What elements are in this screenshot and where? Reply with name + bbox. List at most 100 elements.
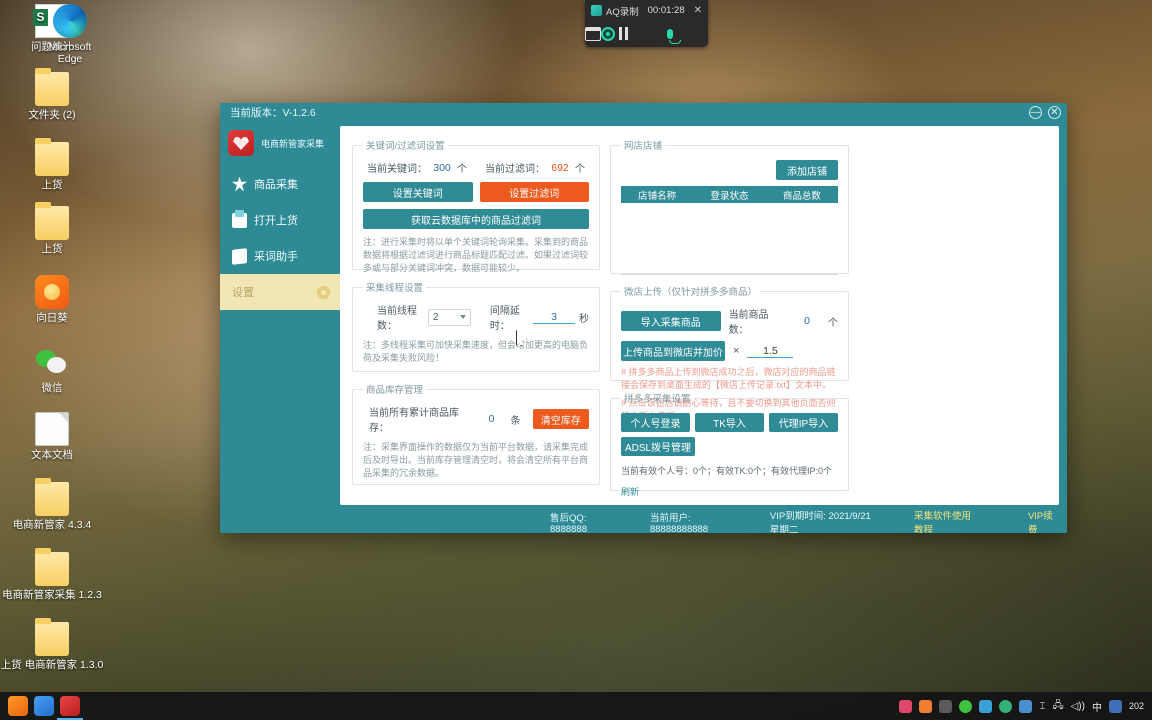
- taskbar-apps: [0, 696, 83, 720]
- desktop-icon-label: 微信: [41, 382, 63, 394]
- pdd-panel-legend: 拼多多采集设置: [624, 394, 691, 405]
- stock-unit: 条: [510, 415, 521, 427]
- import-collected-products-button[interactable]: 导入采集商品: [621, 311, 721, 331]
- tutorial-link[interactable]: 采集软件使用教程: [914, 508, 974, 533]
- weidian-count-label: 当前商品数：: [728, 310, 769, 336]
- desktop-icon-folder-2[interactable]: 文件夹 (2): [0, 68, 104, 121]
- tray-volume-icon[interactable]: ◁)): [1071, 701, 1085, 712]
- desktop-icon-textfile[interactable]: 文本文档: [0, 412, 104, 461]
- shop-panel-legend: 网店店铺: [624, 141, 663, 152]
- desktop-icon-label: 上货: [41, 179, 63, 191]
- shop-panel: 网店店铺 添加店铺 店铺名称 登录状态 商品总数: [610, 138, 849, 275]
- tray-app-icon-5[interactable]: [999, 699, 1013, 713]
- stock-panel-legend: 商品库存管理: [366, 385, 424, 396]
- current-filter-value: 692: [551, 161, 569, 174]
- sidebar-item-product-collect[interactable]: 商品采集: [220, 166, 340, 202]
- window-title-bar: 当前版本：V-1.2.6 — ✕: [220, 103, 1067, 122]
- sidebar: 电商新管家采集 商品采集 打开上货 采词助手 设置: [220, 122, 340, 511]
- upload-to-weidian-button[interactable]: 上传商品到微店并加价: [621, 341, 725, 361]
- desktop-icon-shanghuo-2[interactable]: 上货: [0, 202, 104, 255]
- desktop-icon-label: 向日葵: [36, 312, 68, 324]
- window-controls: — ✕: [1029, 106, 1061, 119]
- screen-region-icon[interactable]: [585, 27, 601, 41]
- sidebar-item-open-upload[interactable]: 打开上货: [220, 202, 340, 238]
- folder-icon: [35, 202, 69, 240]
- sidebar-item-settings[interactable]: 设置: [220, 274, 340, 310]
- pause-icon[interactable]: [615, 27, 631, 41]
- recorder-timer: 00:01:28: [647, 5, 685, 16]
- gear-icon: [317, 285, 330, 299]
- cloud-filter-button[interactable]: 获取云数据库中的商品过滤词: [363, 209, 589, 229]
- tray-app-icon-6[interactable]: [1019, 699, 1033, 713]
- desktop-icon-label: 上货 电商新管家 1.3.0: [0, 659, 104, 671]
- adsl-dial-management-button[interactable]: ADSL拨号管理: [621, 437, 695, 456]
- desktop-icon-label: 文本文档: [31, 449, 73, 461]
- desktop-icon-shanghuo-1[interactable]: 上货: [0, 138, 104, 191]
- refresh-link[interactable]: 刷新: [621, 486, 838, 498]
- add-shop-button[interactable]: 添加店铺: [776, 160, 838, 180]
- sunlogin-icon: [35, 275, 69, 309]
- tray-wechat-icon[interactable]: [959, 699, 973, 713]
- tk-import-button[interactable]: TK导入: [695, 413, 764, 432]
- taskbar-clock[interactable]: 202: [1129, 701, 1144, 712]
- shop-table-body[interactable]: [621, 203, 838, 275]
- tray-app-icon-3[interactable]: [939, 699, 953, 713]
- brand: 电商新管家采集: [220, 128, 340, 166]
- footer-vip-expiry: VIP到期时间: 2021/9/21 星期二: [769, 511, 871, 533]
- interval-input[interactable]: [533, 310, 575, 324]
- desktop-icon-sunlogin[interactable]: 向日葵: [0, 275, 104, 324]
- desktop-icon-label: 电商新管家 4.3.4: [12, 519, 92, 531]
- text-document-icon: [35, 412, 69, 446]
- microphone-icon[interactable]: [666, 29, 681, 44]
- tray-network-icon[interactable]: 🖧: [1052, 698, 1063, 715]
- left-column: 关键词/过滤词设置 当前关键词： 300 个 当前过滤词： 692 个 设置关键…: [352, 138, 600, 495]
- desktop-icon-dsxgj-434[interactable]: 电商新管家 4.3.4: [0, 478, 104, 531]
- thread-panel-legend: 采集线程设置: [366, 283, 424, 294]
- brand-name: 电商新管家采集: [261, 138, 325, 149]
- proxy-ip-import-button[interactable]: 代理IP导入: [769, 413, 838, 432]
- desktop-icon-dsxgj-caiji[interactable]: 电商新管家采集 1.2.3: [0, 548, 104, 601]
- clear-stock-button[interactable]: 清空库存: [532, 409, 589, 429]
- record-icon[interactable]: [601, 27, 615, 41]
- window-version-title: 当前版本：V-1.2.6: [230, 107, 316, 119]
- personal-account-login-button[interactable]: 个人号登录: [621, 413, 690, 432]
- taskbar-collector-app-icon[interactable]: [57, 696, 83, 720]
- tray-app-icon-4[interactable]: [979, 699, 993, 713]
- keyword-panel-note: 注：进行采集时将以单个关键词轮询采集。采集到的商品数据将根据过滤词进行商品标题匹…: [363, 237, 589, 273]
- minimize-button[interactable]: —: [1029, 106, 1042, 119]
- markup-multiplier-input[interactable]: [747, 344, 794, 358]
- taskbar-wps-icon[interactable]: [34, 696, 54, 716]
- desktop-icon-edge[interactable]: Microsoft Edge: [40, 4, 100, 65]
- interval-unit: 秒: [579, 313, 589, 325]
- close-button[interactable]: ✕: [1048, 106, 1061, 119]
- taskbar-sunlogin-icon[interactable]: [8, 696, 28, 716]
- taskbar: ⌶ 🖧 ◁)) 中 202: [0, 692, 1152, 720]
- footer-user: 当前用户: 88888888888: [649, 512, 709, 534]
- current-filter-unit: 个: [575, 164, 585, 175]
- tray-qq-icon[interactable]: [1108, 699, 1122, 713]
- upload-box-icon: [232, 209, 247, 228]
- vip-renew-link[interactable]: VIP续费: [1028, 508, 1055, 533]
- folder-icon: [35, 68, 69, 106]
- sidebar-item-word-assistant[interactable]: 采词助手: [220, 238, 340, 274]
- current-filter-label: 当前过滤词：: [485, 164, 545, 175]
- desktop-icon-shanghuo-dsxgj[interactable]: 上货 电商新管家 1.3.0: [0, 618, 104, 671]
- thread-count-select[interactable]: 2: [427, 308, 471, 326]
- desktop-icon-label: Microsoft Edge: [48, 41, 92, 65]
- thread-count-label: 当前线程数：: [377, 306, 417, 332]
- pdd-collect-settings-panel: 拼多多采集设置 个人号登录 TK导入 代理IP导入 ADSL拨号管理 当前有效个…: [610, 391, 849, 497]
- tray-app-icon-1[interactable]: [899, 699, 913, 713]
- tray-app-icon-2[interactable]: [919, 699, 933, 713]
- tray-usb-icon[interactable]: ⌶: [1039, 701, 1045, 712]
- close-icon[interactable]: ✕: [694, 5, 702, 16]
- recorder-title: AQ录制: [606, 6, 639, 18]
- screen-recorder-widget[interactable]: AQ录制 00:01:28 ✕: [585, 0, 708, 47]
- set-filter-button[interactable]: 设置过滤词: [479, 182, 589, 202]
- weidian-upload-panel: 微店上传（仅针对拼多多商品） 导入采集商品 当前商品数： 0 个 上传商品到微店…: [610, 284, 849, 421]
- desktop-icon-wechat[interactable]: 微信: [0, 345, 104, 394]
- desktop-icons: 问题统计 Microsoft Edge 文件夹 (2) 上货 上货 向日葵 微信…: [0, 0, 104, 690]
- chevron-down-icon: [459, 315, 466, 319]
- current-keyword-value: 300: [433, 161, 451, 174]
- tray-ime-icon[interactable]: 中: [1092, 699, 1102, 714]
- set-keyword-button[interactable]: 设置关键词: [363, 182, 473, 202]
